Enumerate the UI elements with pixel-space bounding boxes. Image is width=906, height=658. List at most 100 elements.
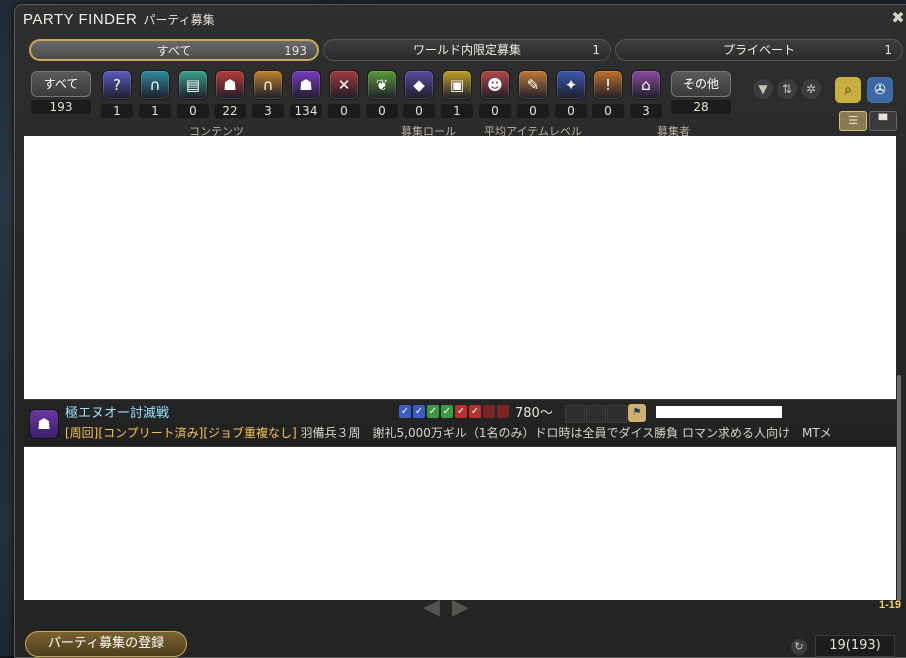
category-count: 0 <box>177 104 209 118</box>
category-other-button[interactable]: その他 28 <box>671 71 731 119</box>
next-page-icon[interactable]: ▶ <box>452 597 469 619</box>
category-button[interactable]: ✦ 0 <box>555 69 587 119</box>
tab-label: ワールド内限定募集 <box>412 43 521 57</box>
category-button[interactable]: ✕ 0 <box>328 69 360 119</box>
category-button[interactable]: ∩ 1 <box>139 69 171 119</box>
skull-icon: ☻ <box>480 70 510 100</box>
category-count: 1 <box>441 104 473 118</box>
category-button[interactable]: ☗ 134 <box>290 69 322 119</box>
treasure-icon: ▣ <box>442 70 472 100</box>
role-slot-dps-empty <box>497 405 509 418</box>
arch-icon: ∩ <box>140 70 170 100</box>
listing-description: [周回][コンプリート済み][ジョブ重複なし] 羽備兵３周 謝礼5,000万ギル… <box>65 424 832 441</box>
beast-icon: ☗ <box>215 70 245 100</box>
pager: ◀ ▶ <box>423 597 469 619</box>
empty-slot <box>586 405 606 423</box>
category-count: 193 <box>31 100 91 114</box>
category-count: 0 <box>555 104 587 118</box>
category-count: 3 <box>252 104 284 118</box>
tab-world[interactable]: ワールド内限定募集 1 <box>323 39 611 61</box>
category-count: 0 <box>517 104 549 118</box>
category-count: 22 <box>214 104 246 118</box>
category-button[interactable]: ∩ 3 <box>252 69 284 119</box>
category-button[interactable]: ✎ 0 <box>517 69 549 119</box>
category-button[interactable]: ? 1 <box>101 69 133 119</box>
filter-icon[interactable]: ▼ <box>753 79 773 99</box>
leaf-icon: ❦ <box>367 70 397 100</box>
close-icon[interactable]: ✖ <box>889 9 906 27</box>
window-title: PARTY FINDER <box>23 11 138 28</box>
tab-all[interactable]: すべて 193 <box>29 39 319 61</box>
role-slot-dps: ✓ <box>455 405 467 418</box>
category-button[interactable]: ◆ 0 <box>403 69 435 119</box>
category-count: 134 <box>290 104 322 118</box>
people-icon: ⌂ <box>631 70 661 100</box>
listing-tags: [周回][コンプリート済み][ジョブ重複なし] <box>65 426 297 440</box>
item-level: 780〜 <box>515 406 553 421</box>
party-slots: ✓ ✓ ✓ ✓ ✓ ✓ <box>399 405 509 418</box>
category-count: 0 <box>403 104 435 118</box>
category-count: 1 <box>139 104 171 118</box>
register-party-button[interactable]: パーティ募集の登録 <box>25 631 187 657</box>
empty-slot <box>607 405 627 423</box>
category-other-label: その他 <box>671 71 731 97</box>
duty-name: 極エヌオー討滅戦 <box>65 406 170 421</box>
recruiter-name-redacted <box>656 406 782 418</box>
category-count: 0 <box>328 104 360 118</box>
tab-private[interactable]: プライベート 1 <box>615 39 903 61</box>
category-button[interactable]: ☻ 0 <box>479 69 511 119</box>
quill-icon: ✎ <box>518 70 548 100</box>
settings-icon[interactable]: ✲ <box>801 79 821 99</box>
category-button[interactable]: ☗ 22 <box>214 69 246 119</box>
recruiter-icon: ⚑ <box>628 404 646 422</box>
alert-icon: ! <box>593 70 623 100</box>
category-count: 1 <box>101 104 133 118</box>
tab-count: 1 <box>884 43 892 57</box>
category-button[interactable]: ▣ 1 <box>441 69 473 119</box>
question-icon: ? <box>102 70 132 100</box>
title-bar: PARTY FINDER パーティ募集 <box>23 11 215 35</box>
tab-count: 193 <box>284 44 307 58</box>
role-slot-tank: ✓ <box>413 405 425 418</box>
category-button[interactable]: ! 0 <box>592 69 624 119</box>
scrollbar[interactable] <box>897 375 901 601</box>
trial-icon: ☗ <box>29 409 59 439</box>
window-subtitle: パーティ募集 <box>143 13 215 27</box>
role-slot-tank: ✓ <box>399 405 411 418</box>
scroll-icon: ▤ <box>178 70 208 100</box>
listing-comment: 羽備兵３周 謝礼5,000万ギル（1名のみ）ドロ時は全員でダイス勝負 ロマン求め… <box>296 426 832 440</box>
tab-bar: すべて 193 ワールド内限定募集 1 プライベート 1 <box>29 39 903 63</box>
refresh-icon[interactable]: ↻ <box>791 639 807 655</box>
category-all-button[interactable]: すべて 193 <box>31 71 91 119</box>
trial-icon: ☗ <box>291 70 321 100</box>
sort-icon[interactable]: ⇅ <box>777 79 797 99</box>
listing-area <box>24 136 896 600</box>
category-filter-row: すべて 193 ? 1 ∩ 1 ▤ 0 ☗ 22 ∩ 3 ☗ 134 ✕ 0 ❦ 0 ◆ 0 ▣ 1 ☻ 0 ✎ 0 ✦ 0! 0 ⌂… <box>29 69 906 121</box>
gem-icon: ◆ <box>404 70 434 100</box>
tab-label: プライベート <box>722 43 795 57</box>
party-finder-window: PARTY FINDER パーティ募集 ✖ すべて 193 ワールド内限定募集 … <box>14 4 906 658</box>
category-button[interactable]: ▤ 0 <box>177 69 209 119</box>
role-slot-heal: ✓ <box>441 405 453 418</box>
gate-icon: ∩ <box>253 70 283 100</box>
category-count: 0 <box>592 104 624 118</box>
role-slot-dps-empty <box>483 405 495 418</box>
tab-label: すべて <box>156 44 192 58</box>
role-slot-dps: ✓ <box>469 405 481 418</box>
star-icon: ✦ <box>556 70 586 100</box>
category-button[interactable]: ⌂ 3 <box>630 69 662 119</box>
detail-settings-icon[interactable]: ✇ <box>867 77 893 103</box>
prev-page-icon[interactable]: ◀ <box>423 597 440 619</box>
result-count: 19(193) <box>815 635 895 657</box>
category-count: 0 <box>479 104 511 118</box>
category-button[interactable]: ❦ 0 <box>366 69 398 119</box>
page-range: 1-19 <box>878 599 901 611</box>
role-slot-heal: ✓ <box>427 405 439 418</box>
category-all-label: すべて <box>31 71 91 97</box>
pvp-icon: ✕ <box>329 70 359 100</box>
tab-count: 1 <box>592 43 600 57</box>
category-count: 28 <box>671 100 731 114</box>
list-item[interactable]: ☗ 極エヌオー討滅戦 [周回][コンプリート済み][ジョブ重複なし] 羽備兵３周… <box>24 399 896 447</box>
search-icon[interactable]: ⌕ <box>835 77 861 103</box>
empty-slot <box>565 405 585 423</box>
